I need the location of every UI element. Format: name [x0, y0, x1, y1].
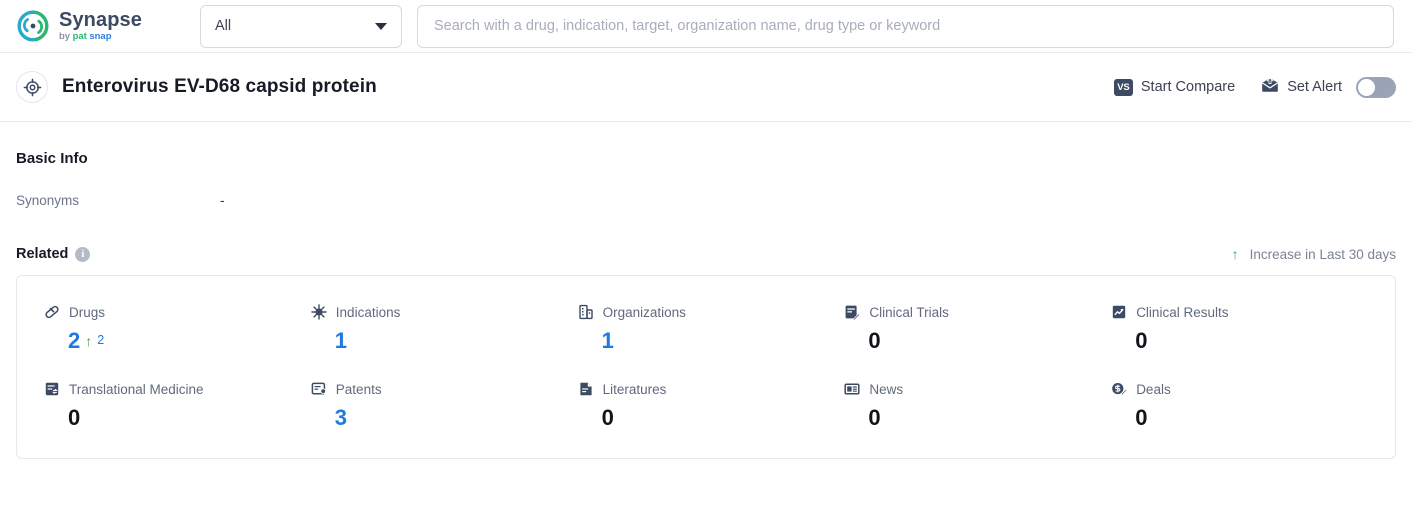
related-stats-card: Drugs 2 ↑ 2 Indications 1 Organizations …: [16, 275, 1396, 459]
basic-info-heading: Basic Info: [16, 150, 88, 167]
related-stats-grid: Drugs 2 ↑ 2 Indications 1 Organizations …: [39, 302, 1373, 432]
related-heading: Related: [16, 246, 69, 262]
increase-legend: ↑ Increase in Last 30 days: [1232, 247, 1396, 262]
stat-label: News: [869, 381, 904, 397]
search-input[interactable]: [432, 17, 1379, 35]
synonyms-value: -: [220, 193, 225, 208]
content-area: Basic Info Synonyms - Related i ↑ Increa…: [0, 150, 1412, 459]
stat-label: Translational Medicine: [69, 381, 204, 397]
stat-label: Clinical Trials: [869, 304, 949, 320]
alert-mail-icon: [1261, 77, 1279, 97]
brand-by: by: [59, 31, 71, 43]
brand-pat: pat: [72, 31, 87, 43]
top-search-bar: Synapse by pat snap All: [0, 0, 1412, 53]
related-header: Related i ↑ Increase in Last 30 days: [16, 246, 1396, 262]
stat-value: 0: [1135, 328, 1148, 353]
stat-label: Drugs: [69, 304, 106, 320]
stat-literatures[interactable]: Literatures 0: [573, 379, 840, 431]
stat-delta: 2: [97, 333, 105, 347]
stat-value: 1: [334, 328, 348, 353]
literature-icon: [578, 381, 594, 397]
arrow-up-icon: ↑: [1231, 246, 1239, 262]
stat-value: 0: [1135, 405, 1148, 431]
page-title: Enterovirus EV-D68 capsid protein: [62, 76, 377, 97]
stat-indications[interactable]: Indications 1: [306, 302, 573, 354]
search-field-wrapper[interactable]: [417, 4, 1394, 48]
building-icon: [578, 304, 594, 320]
stat-value: 1: [601, 328, 614, 353]
stat-label: Clinical Results: [1136, 304, 1229, 320]
document-swap-icon: [44, 381, 60, 397]
synapse-logo-icon: [16, 9, 50, 43]
deal-coin-icon: [1111, 381, 1128, 397]
stat-clinical-trials[interactable]: Clinical Trials 0: [839, 302, 1106, 354]
set-alert-control[interactable]: Set Alert: [1261, 76, 1396, 98]
stat-label: Patents: [335, 381, 382, 397]
stat-value: 0: [601, 405, 614, 431]
stat-value: 0: [68, 405, 81, 431]
newspaper-icon: [844, 381, 860, 397]
set-alert-label: Set Alert: [1287, 79, 1342, 95]
stat-clinical-results[interactable]: Clinical Results 0: [1106, 302, 1373, 354]
target-icon: [16, 71, 48, 103]
brand-name: Synapse: [59, 9, 142, 32]
document-chart-icon: [1111, 304, 1127, 320]
patent-seal-icon: [311, 381, 327, 397]
stat-organizations[interactable]: Organizations 1: [573, 302, 840, 354]
stat-translational-medicine[interactable]: Translational Medicine 0: [39, 379, 306, 431]
chevron-down-icon: [375, 22, 387, 30]
synonyms-label: Synonyms: [16, 193, 80, 208]
increase-legend-label: Increase in Last 30 days: [1249, 246, 1396, 262]
stat-patents[interactable]: Patents 3: [306, 379, 573, 431]
clipboard-pen-icon: [844, 304, 861, 322]
stat-label: Organizations: [602, 304, 686, 320]
stat-drugs[interactable]: Drugs 2 ↑ 2: [39, 302, 306, 354]
stat-label: Indications: [335, 304, 401, 320]
stat-value: 0: [868, 328, 881, 353]
pill-icon: [44, 304, 60, 320]
brand-snap: snap: [89, 31, 112, 43]
start-compare-button[interactable]: VS Start Compare: [1113, 78, 1236, 96]
brand-logo[interactable]: Synapse by pat snap: [16, 9, 192, 43]
stat-label: Literatures: [602, 381, 667, 397]
virus-icon: [311, 304, 327, 320]
stat-value: 2: [68, 328, 81, 353]
vs-icon: VS: [1113, 78, 1133, 96]
stat-value: 3: [334, 405, 348, 431]
synonyms-row: Synonyms -: [16, 193, 1396, 208]
start-compare-label: Start Compare: [1140, 79, 1236, 95]
toggle-knob: [1358, 78, 1375, 96]
header-actions: VS Start Compare Set Alert: [1113, 76, 1396, 98]
info-icon[interactable]: i: [75, 246, 91, 262]
stat-value: 0: [868, 405, 881, 431]
stat-news[interactable]: News 0: [839, 379, 1106, 431]
delta-arrow-icon: ↑: [85, 333, 93, 349]
set-alert-toggle[interactable]: [1356, 76, 1396, 98]
stat-deals[interactable]: Deals 0: [1106, 379, 1373, 431]
entity-header: Enterovirus EV-D68 capsid protein VS Sta…: [0, 53, 1412, 122]
search-scope-select[interactable]: All: [200, 4, 402, 48]
search-scope-value: All: [215, 18, 232, 34]
stat-label: Deals: [1136, 381, 1171, 397]
